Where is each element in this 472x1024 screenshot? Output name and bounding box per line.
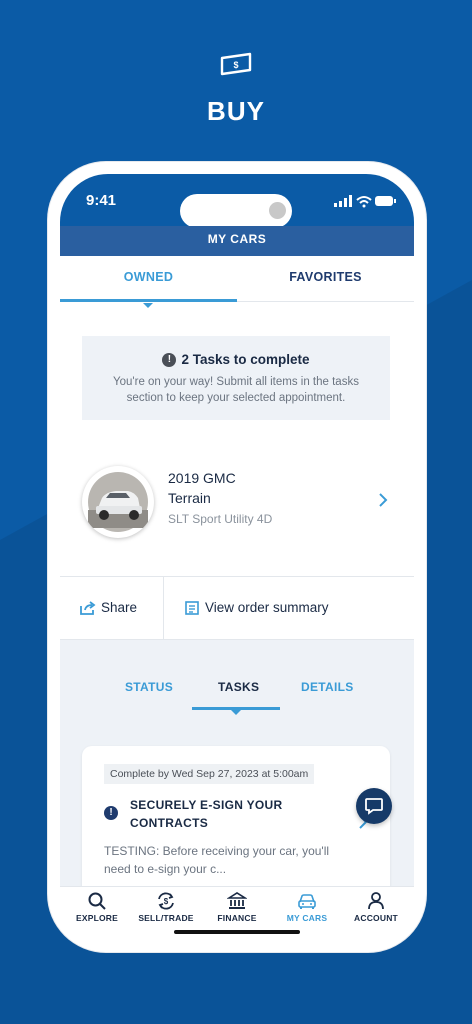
topbar-title: MY CARS	[60, 226, 414, 256]
nav-explore-label: EXPLORE	[75, 913, 119, 923]
tasks-banner: ! 2 Tasks to complete You're on your way…	[82, 336, 390, 420]
nav-sell-trade-label: SELL/TRADE	[138, 913, 194, 923]
chevron-right-icon	[379, 493, 388, 507]
chat-bubble-icon	[365, 798, 383, 815]
swap-dollar-icon: $	[158, 892, 174, 910]
exclamation-icon: !	[162, 352, 177, 367]
status-time: 9:41	[86, 192, 117, 209]
subtab-tasks[interactable]: TASKS	[218, 680, 259, 694]
search-icon	[88, 892, 106, 910]
view-order-summary-button[interactable]: View order summary	[165, 577, 414, 639]
nav-my-cars-label: MY CARS	[286, 913, 328, 923]
subtab-status[interactable]: STATUS	[125, 680, 173, 694]
phone-screen: 9:41 MY CARS OWNED FAVORITES ! 2 Tasks t…	[60, 174, 414, 940]
car-trim: SLT Sport Utility 4D	[168, 512, 273, 526]
share-button[interactable]: Share	[60, 577, 164, 639]
car-thumbnail	[82, 466, 154, 538]
tab-owned-underline	[60, 299, 237, 302]
task-card[interactable]: Complete by Wed Sep 27, 2023 at 5:00am !…	[82, 746, 390, 896]
car-photo	[88, 472, 148, 532]
share-icon	[80, 601, 96, 615]
chat-button[interactable]	[356, 788, 392, 824]
nav-account[interactable]: ACCOUNT	[341, 887, 411, 937]
car-model: Terrain	[168, 490, 211, 506]
svg-text:$: $	[233, 60, 238, 70]
nav-explore[interactable]: EXPLORE	[62, 887, 132, 937]
details-section: STATUS TASKS DETAILS Complete by Wed Sep…	[60, 640, 414, 896]
money-bill-icon: $	[220, 52, 252, 76]
bank-icon	[227, 892, 247, 909]
car-year-make: 2019 GMC	[168, 470, 236, 486]
status-icons	[334, 195, 396, 208]
task-description: TESTING: Before receiving your car, you'…	[104, 844, 330, 876]
nav-finance-label: FINANCE	[217, 913, 257, 923]
view-order-summary-label: View order summary	[205, 600, 329, 615]
car-icon	[298, 894, 316, 909]
share-label: Share	[101, 600, 138, 615]
car-card[interactable]: 2019 GMC Terrain SLT Sport Utility 4D	[60, 454, 414, 574]
person-icon	[368, 892, 384, 910]
home-indicator[interactable]	[174, 930, 300, 934]
camera-dot	[269, 202, 286, 219]
subtab-tasks-notch	[231, 710, 241, 715]
task-due-chip: Complete by Wed Sep 27, 2023 at 5:00am	[104, 764, 315, 784]
tab-owned[interactable]: OWNED	[60, 256, 237, 302]
tasks-banner-title: 2 Tasks to complete	[181, 352, 310, 367]
dynamic-island	[180, 194, 292, 228]
sub-tabs: STATUS TASKS DETAILS	[60, 680, 414, 716]
task-title: SECURELY E-SIGN YOUR CONTRACTS	[130, 798, 283, 830]
hero-title: BUY	[207, 96, 265, 126]
svg-text:$: $	[164, 897, 169, 906]
document-icon	[185, 601, 199, 615]
nav-account-label: ACCOUNT	[354, 913, 398, 923]
tasks-banner-title-row: ! 2 Tasks to complete	[82, 352, 390, 367]
tab-favorites[interactable]: FAVORITES	[237, 256, 414, 302]
tab-owned-notch	[143, 303, 153, 308]
subtab-details[interactable]: DETAILS	[301, 680, 354, 694]
action-row: Share View order summary	[60, 576, 414, 640]
tasks-banner-subtitle: You're on your way! Submit all items in …	[113, 376, 359, 404]
main-tabs: OWNED FAVORITES	[60, 256, 414, 308]
alert-icon: !	[104, 806, 118, 820]
phone-frame: 9:41 MY CARS OWNED FAVORITES ! 2 Tasks t…	[48, 162, 426, 952]
